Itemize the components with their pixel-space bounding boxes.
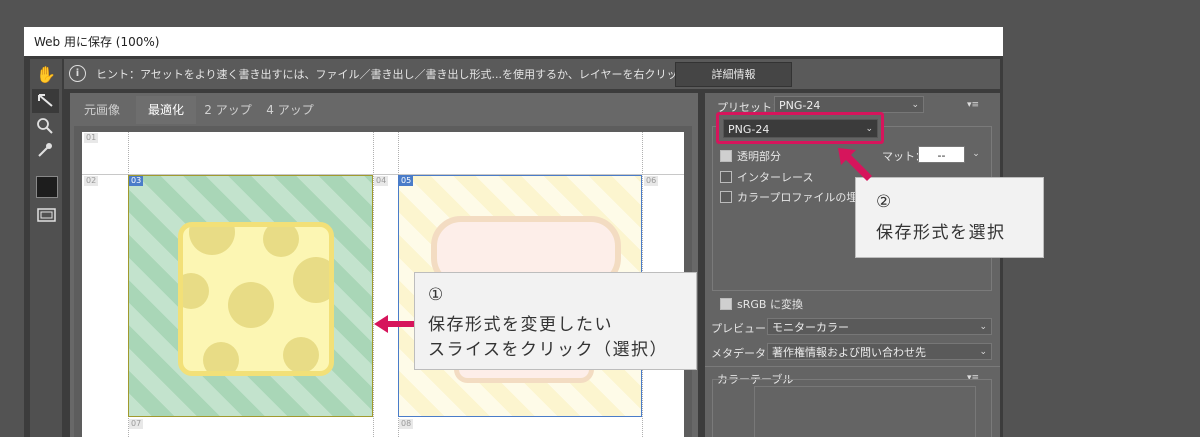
detail-info-button[interactable]: 詳細情報 xyxy=(675,62,792,87)
tab-optimized[interactable]: 最適化 xyxy=(136,96,196,124)
metadata-select[interactable]: 著作権情報および問い合わせ先 ⌄ xyxy=(767,343,992,360)
arrow-up-left-icon xyxy=(838,148,872,181)
hint-text: ヒント：アセットをより速く書き出すには、ファイル／書き出し／書き出し形式...を… xyxy=(96,68,744,81)
eyedropper-icon[interactable] xyxy=(36,141,54,163)
interlace-label: インターレース xyxy=(737,171,814,184)
format-value: PNG-24 xyxy=(728,123,770,136)
srgb-label: sRGB に変換 xyxy=(737,298,803,311)
title-bar xyxy=(24,27,1003,56)
hand-icon[interactable]: ✋ xyxy=(34,65,58,84)
preset-value: PNG-24 xyxy=(779,99,821,112)
callout-1-line2: スライスをクリック（選択） xyxy=(428,340,668,360)
metadata-value: 著作権情報および問い合わせ先 xyxy=(772,346,926,359)
transparency-label: 透明部分 xyxy=(737,150,781,163)
slice-label-selected: 03 xyxy=(129,176,144,186)
panel-menu-icon[interactable]: ▾≡ xyxy=(967,100,979,110)
chevron-down-icon: ⌄ xyxy=(911,100,919,110)
slice-label: 02 xyxy=(84,176,99,186)
callout-1: ① 保存形式を変更したい スライスをクリック（選択） xyxy=(414,272,697,370)
matte-select[interactable]: -- xyxy=(918,146,965,163)
callout-1-line1: 保存形式を変更したい xyxy=(428,315,613,335)
slice-select-icon xyxy=(38,94,53,107)
slice-label: 07 xyxy=(129,419,144,429)
color-table-grid xyxy=(754,386,976,437)
callout-2-line1: 保存形式を選択 xyxy=(876,223,1006,243)
tab-2up[interactable]: 2 アップ xyxy=(198,96,258,124)
slice-label-selected: 05 xyxy=(399,176,414,186)
color-swatch[interactable] xyxy=(36,176,58,198)
window-title: Web 用に保存 (100%) xyxy=(34,35,160,49)
divider xyxy=(705,366,1000,367)
tool-column: ✋ xyxy=(30,59,62,437)
callout-2-number: ② xyxy=(876,192,893,212)
slice-label: 08 xyxy=(399,419,414,429)
polka-dot-square xyxy=(178,222,334,376)
format-select[interactable]: PNG-24 ⌄ xyxy=(723,119,878,138)
preview-select[interactable]: モニターカラー ⌄ xyxy=(767,318,992,335)
arrow-left-icon xyxy=(374,315,414,333)
info-icon: i xyxy=(69,65,86,82)
zoom-icon[interactable] xyxy=(36,117,54,139)
embed-profile-checkbox[interactable] xyxy=(720,191,732,203)
slice-label: 06 xyxy=(644,176,659,186)
srgb-checkbox[interactable] xyxy=(720,298,732,310)
toggle-slices-icon[interactable] xyxy=(37,207,57,227)
callout-1-number: ① xyxy=(428,285,445,305)
chevron-down-icon[interactable]: ⌄ xyxy=(968,146,984,163)
slice-select-tool[interactable] xyxy=(32,89,59,113)
slice-label: 04 xyxy=(374,176,389,186)
interlace-checkbox[interactable] xyxy=(720,171,732,183)
tab-4up[interactable]: 4 アップ xyxy=(260,96,320,124)
slice-label: 01 xyxy=(84,133,99,143)
callout-2: ② 保存形式を選択 xyxy=(855,177,1044,258)
tab-original[interactable]: 元画像 xyxy=(74,96,130,124)
chevron-down-icon: ⌄ xyxy=(865,124,873,134)
preview-value: モニターカラー xyxy=(772,321,849,334)
slice-03-image[interactable] xyxy=(128,175,373,417)
chevron-down-icon: ⌄ xyxy=(979,347,987,357)
chevron-down-icon: ⌄ xyxy=(979,322,987,332)
transparency-checkbox[interactable] xyxy=(720,150,732,162)
preset-select[interactable]: PNG-24 ⌄ xyxy=(774,96,924,113)
